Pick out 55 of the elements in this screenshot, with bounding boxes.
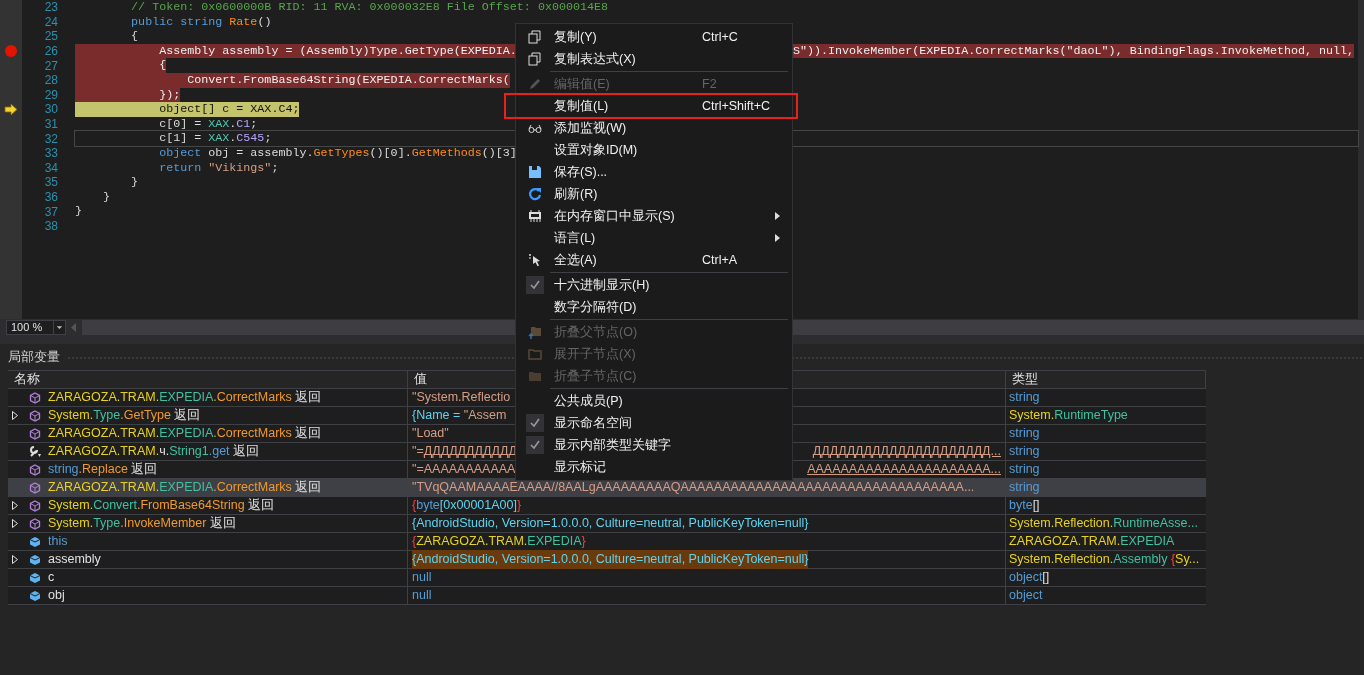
variable-name: System.Type.InvokeMember 返回 — [48, 515, 236, 533]
line-number: 37 — [43, 203, 58, 221]
variable-type: System.RuntimeType — [1009, 407, 1128, 425]
variable-type: string — [1009, 479, 1040, 497]
line-number: 36 — [43, 189, 58, 206]
variable-type: string — [1009, 425, 1040, 443]
variable-value: "Load" — [412, 425, 449, 443]
code-line: object obj = assembly.GetTypes()[0].GetMethods()[3] — [158, 145, 517, 161]
variable-name: assembly — [48, 551, 101, 569]
variable-value: null — [412, 569, 432, 587]
variable-type: byte[] — [1009, 497, 1040, 515]
line-number: 38 — [43, 218, 58, 236]
line-number: 25 — [43, 28, 58, 46]
variable-type: System.Reflection.Assembly {Sy... — [1009, 551, 1200, 569]
variable-value: null — [412, 587, 432, 605]
variable-name: ZARAGOZA.TRAM.EXPEDIA.CorrectMarks 返回 — [48, 389, 322, 407]
variable-value: ДДДДДДДДДДДДДДДДДДДДД... — [812, 443, 1001, 461]
variable-type: System.Reflection.RuntimeAsse... — [1009, 515, 1198, 533]
code-line: } — [75, 204, 82, 219]
variable-name: this — [48, 533, 68, 551]
variable-name: ZARAGOZA.TRAM.EXPEDIA.CorrectMarks 返回 — [48, 479, 322, 497]
variable-name: ZARAGOZA.TRAM.ч.String1.get 返回 — [48, 443, 260, 461]
code-line: public string Rate() — [130, 14, 272, 30]
code-line: } — [130, 175, 139, 190]
variable-value: {ZARAGOZA.TRAM.EXPEDIA} — [412, 533, 586, 551]
line-number: 30 — [43, 101, 58, 119]
variable-value: "=ДДДДДДДДДДД — [412, 443, 517, 461]
code-line: c[0] = XAX.C1; — [158, 116, 258, 132]
line-number: 35 — [43, 174, 58, 192]
variable-name: ZARAGOZA.TRAM.EXPEDIA.CorrectMarks 返回 — [48, 425, 322, 443]
variable-value: {AndroidStudio, Version=1.0.0.0, Culture=neutral, PublicKeyToken=null} — [412, 515, 809, 533]
code-line: // Token: 0x0600000B RID: 11 RVA: 0x000032E8 File Offset: 0x000014E8 — [130, 0, 609, 15]
code-line: { — [130, 29, 139, 44]
variable-type: object[] — [1009, 569, 1050, 587]
code-line: } — [102, 189, 111, 205]
variable-type: string — [1009, 443, 1040, 461]
variable-value: AAAAAAAAAAAAAAAAAAAAAA... — [807, 461, 1001, 479]
variable-type: string — [1009, 461, 1040, 479]
variable-value: {Name = "Assem — [412, 407, 507, 425]
variable-type: ZARAGOZA.TRAM.EXPEDIA — [1009, 533, 1175, 551]
code-line: c[1] = XAX.C545; — [158, 131, 272, 146]
panel-title: 局部变量 — [8, 349, 60, 367]
variable-name: System.Type.GetType 返回 — [48, 407, 201, 425]
variable-type: string — [1009, 389, 1040, 407]
variable-name: c — [48, 569, 55, 587]
variable-name: System.Convert.FromBase64String 返回 — [48, 497, 275, 515]
variable-value: "=AAAAAAAAAAA — [412, 461, 516, 479]
variable-value: {byte[0x00001A00]} — [412, 497, 522, 515]
variable-value: "System.Reflectio — [412, 389, 511, 407]
variable-name: obj — [48, 587, 65, 605]
variable-name: string.Replace 返回 — [48, 461, 158, 479]
variable-value: "TVqQAAMAAAAEAAAA//8AALgAAAAAAAAAQAAAAAAAAAAAAAAAAAAAAAAAAAAAAAAAAAA... — [412, 479, 975, 497]
variable-value: {AndroidStudio, Version=1.0.0.0, Culture=neutral, PublicKeyToken=null} — [412, 550, 809, 569]
code-line: return "Vikings"; — [158, 160, 279, 176]
variable-type: object — [1009, 587, 1043, 605]
